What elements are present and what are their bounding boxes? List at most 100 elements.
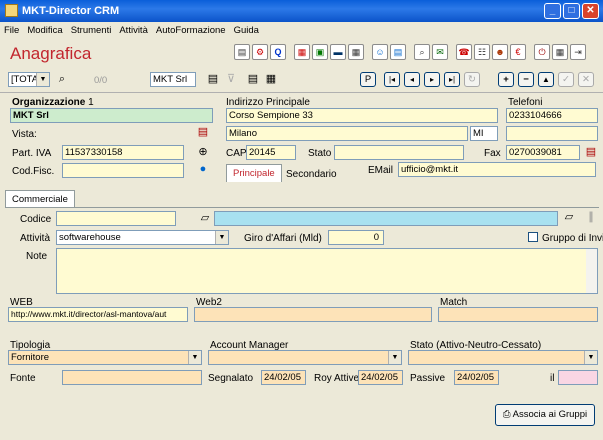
roy-field[interactable]: 24/02/05 [358, 370, 403, 385]
globe-icon[interactable]: ● [196, 162, 210, 176]
am-dropdown-icon[interactable]: ▼ [388, 351, 401, 364]
first-record-button[interactable]: |◂ [384, 72, 400, 87]
close-button[interactable]: ✕ [582, 3, 599, 19]
exit-icon[interactable]: ⇥ [570, 44, 586, 60]
folder-icon[interactable]: ▱ [562, 210, 576, 224]
fonte-field[interactable] [62, 370, 202, 385]
stato-dropdown-icon[interactable]: ▼ [584, 351, 597, 364]
tab-commerciale[interactable]: Commerciale [5, 190, 75, 208]
codice-field[interactable] [56, 211, 176, 226]
printer-icon: ⎙ [502, 409, 511, 420]
document-icon[interactable]: ▤ [390, 44, 406, 60]
gruppo-checkbox[interactable] [528, 232, 538, 242]
il-label: il [550, 373, 555, 384]
tab-secondario[interactable]: Secondario [286, 169, 337, 180]
note-field[interactable] [56, 248, 598, 294]
print-p-button[interactable]: P [360, 72, 376, 87]
menu-strumenti[interactable]: Strumenti [67, 22, 116, 36]
minimize-button[interactable]: _ [544, 3, 561, 19]
card-icon[interactable]: ▬ [330, 44, 346, 60]
stato-field[interactable] [334, 145, 464, 160]
street-field[interactable]: Corso Sempione 33 [226, 108, 498, 123]
power-icon[interactable]: ⏻ [534, 44, 550, 60]
calculator-icon[interactable]: ▦ [552, 44, 568, 60]
search-doc-icon[interactable]: ⌕ [414, 44, 430, 60]
tab-principale[interactable]: Principale [226, 164, 282, 182]
open-folder-icon[interactable]: ▱ [198, 211, 212, 225]
next-record-button[interactable]: ▸ [424, 72, 440, 87]
search-input[interactable]: MKT Srl [150, 72, 196, 87]
calendar-icon[interactable]: ▦ [348, 44, 364, 60]
confirm-button[interactable]: ✓ [558, 72, 574, 87]
match-field[interactable] [438, 307, 598, 322]
tab-divider [5, 207, 599, 208]
filter-dropdown-icon[interactable]: ▼ [36, 73, 49, 86]
passive-field[interactable]: 24/02/05 [454, 370, 499, 385]
menu-autoformazione[interactable]: AutoFormazione [152, 22, 230, 36]
table-icon[interactable]: ▦ [264, 72, 278, 86]
filter-select[interactable]: [TOTALE] ▼ [8, 72, 50, 87]
menu-attivita[interactable]: Attività [115, 22, 152, 36]
menu-guida[interactable]: Guida [230, 22, 263, 36]
delete-record-button[interactable]: − [518, 72, 534, 87]
il-field[interactable] [558, 370, 598, 385]
tools-icon[interactable]: ⚙ [252, 44, 268, 60]
piva-field[interactable]: 11537330158 [62, 145, 184, 160]
people-icon[interactable]: ☺ [372, 44, 388, 60]
monitor-icon[interactable]: ▣ [312, 44, 328, 60]
cap-field[interactable]: 20145 [246, 145, 296, 160]
search-go-icon[interactable]: ▤ [206, 72, 220, 86]
prev-record-button[interactable]: ◂ [404, 72, 420, 87]
move-up-button[interactable]: ▲ [538, 72, 554, 87]
add-record-button[interactable]: + [498, 72, 514, 87]
person-icon[interactable]: ☻ [492, 44, 508, 60]
last-record-button[interactable]: ▸| [444, 72, 460, 87]
attivita-select[interactable]: softwarehouse ▼ [56, 230, 229, 245]
giro-field[interactable]: 0 [328, 230, 384, 245]
menu-file[interactable]: File [0, 22, 23, 36]
phone2-field[interactable] [506, 126, 598, 141]
vista-label: Vista: [12, 129, 37, 140]
phone-icon[interactable]: ☎ [456, 44, 472, 60]
email-label: EMail [368, 165, 394, 176]
note-scrollbar[interactable] [586, 249, 597, 293]
note-label: Note [26, 251, 48, 262]
mail-icon[interactable]: ✉ [432, 44, 448, 60]
query-icon[interactable]: Q [270, 44, 286, 60]
web-field[interactable]: http://www.mkt.it/director/asl-mantova/a… [8, 307, 188, 322]
refresh-button[interactable]: ↻ [464, 72, 480, 87]
print-icon[interactable]: ▤ [234, 44, 250, 60]
group-icon[interactable]: ☷ [474, 44, 490, 60]
grid-icon[interactable]: ▦ [294, 44, 310, 60]
stato-acn-select[interactable]: ▼ [408, 350, 598, 365]
filter-icon[interactable]: ⊽ [224, 72, 238, 86]
zoom-icon[interactable]: ⊕ [196, 145, 210, 159]
associa-gruppi-button[interactable]: ⎙ Associa ai Gruppi [495, 404, 595, 426]
cancel-button[interactable]: ✕ [578, 72, 594, 87]
city-field[interactable]: Milano [226, 126, 468, 141]
email-field[interactable]: ufficio@mkt.it [398, 162, 596, 177]
vista-icon[interactable]: ▤ [196, 125, 210, 139]
list-icon[interactable]: ▤ [246, 72, 260, 86]
find-icon[interactable]: ⌕ [55, 72, 69, 86]
phone-field[interactable]: 0233104666 [506, 108, 598, 123]
maximize-button[interactable]: □ [563, 3, 580, 19]
cap-label: CAP [226, 148, 247, 159]
codice-description-field[interactable] [214, 211, 558, 226]
segnalato-label: Segnalato [208, 373, 254, 384]
tipologia-select[interactable]: Fornitore ▼ [8, 350, 202, 365]
fax-field[interactable]: 0270039081 [506, 145, 580, 160]
cf-field[interactable] [62, 163, 184, 178]
fax-icon[interactable]: ▤ [584, 145, 598, 159]
window-title: MKT-Director CRM [22, 5, 120, 17]
attachment-icon[interactable]: ∥ [584, 210, 598, 224]
province-field[interactable]: MI [470, 126, 498, 141]
web2-field[interactable] [194, 307, 432, 322]
tipologia-dropdown-icon[interactable]: ▼ [188, 351, 201, 364]
account-manager-select[interactable]: ▼ [208, 350, 402, 365]
menu-modifica[interactable]: Modifica [23, 22, 66, 36]
org-name-field[interactable]: MKT Srl [10, 108, 213, 123]
euro-icon[interactable]: € [510, 44, 526, 60]
segnalato-field[interactable]: 24/02/05 [261, 370, 306, 385]
attivita-dropdown-icon[interactable]: ▼ [215, 231, 228, 244]
